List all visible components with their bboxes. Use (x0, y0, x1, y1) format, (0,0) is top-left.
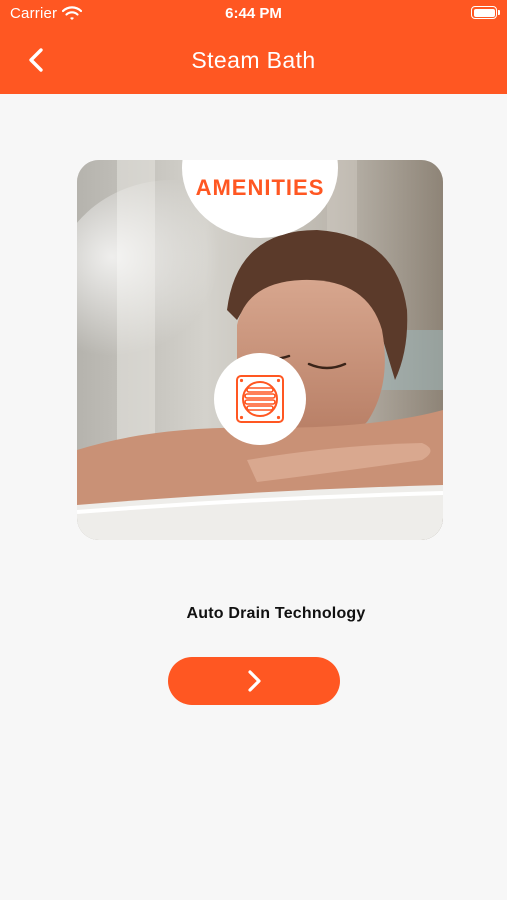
amenity-card: AMENITIES (77, 160, 443, 540)
app-screen: Carrier 6:44 PM Steam Bath AMENITIES Aut… (0, 0, 507, 900)
amenities-label: AMENITIES (195, 175, 325, 200)
page-title: Steam Bath (191, 47, 316, 73)
battery-icon (471, 6, 500, 19)
feature-name: Auto Drain Technology (186, 605, 366, 622)
feature-icon-circle (214, 353, 306, 445)
status-time: 6:44 PM (225, 5, 282, 22)
chevron-right-icon (248, 670, 261, 692)
drain-grate-icon (236, 375, 284, 423)
next-button[interactable] (168, 657, 340, 705)
header-bar: Carrier 6:44 PM Steam Bath (0, 0, 507, 94)
status-bar: Carrier 6:44 PM (0, 0, 507, 28)
